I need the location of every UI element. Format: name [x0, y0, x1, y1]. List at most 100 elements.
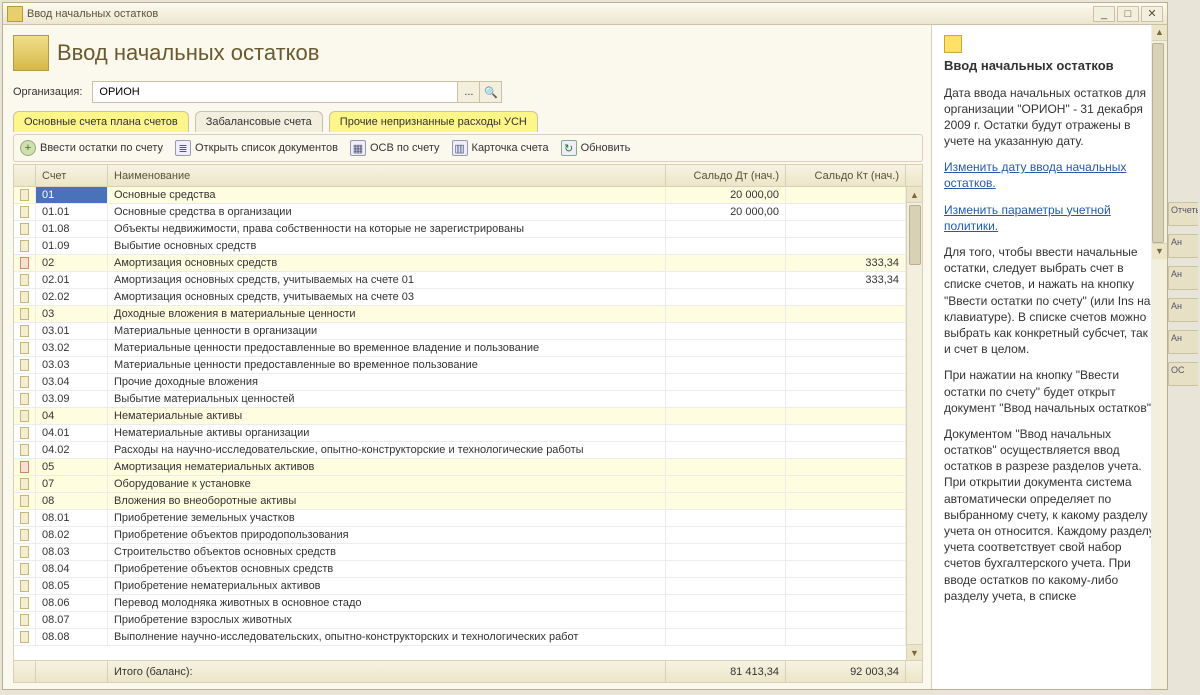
row-name[interactable]: Объекты недвижимости, права собственност… — [108, 221, 666, 237]
gutter-item-2[interactable]: Ан — [1168, 234, 1198, 258]
scroll-thumb[interactable] — [909, 205, 921, 265]
col-icon[interactable] — [14, 165, 36, 186]
link-change-date[interactable]: Изменить дату ввода начальных остатков. — [944, 159, 1157, 191]
row-name[interactable]: Нематериальные активы организации — [108, 425, 666, 441]
row-account[interactable]: 02 — [36, 255, 108, 271]
row-account[interactable]: 01.01 — [36, 204, 108, 220]
row-account[interactable]: 03 — [36, 306, 108, 322]
row-name[interactable]: Выбытие основных средств — [108, 238, 666, 254]
table-row[interactable]: 03.09Выбытие материальных ценностей — [14, 391, 922, 408]
row-name[interactable]: Приобретение нематериальных активов — [108, 578, 666, 594]
table-row[interactable]: 07Оборудование к установке — [14, 476, 922, 493]
row-account[interactable]: 02.01 — [36, 272, 108, 288]
table-row[interactable]: 08.07Приобретение взрослых животных — [14, 612, 922, 629]
row-name[interactable]: Амортизация основных средств, учитываемы… — [108, 289, 666, 305]
row-account[interactable]: 01.09 — [36, 238, 108, 254]
organization-select-button[interactable]: ... — [457, 82, 479, 102]
row-name[interactable]: Основные средства — [108, 187, 666, 203]
row-account[interactable]: 08.01 — [36, 510, 108, 526]
row-name[interactable]: Приобретение объектов основных средств — [108, 561, 666, 577]
row-name[interactable]: Вложения во внеоборотные активы — [108, 493, 666, 509]
col-name[interactable]: Наименование — [108, 165, 666, 186]
table-row[interactable]: 04.02Расходы на научно-исследовательские… — [14, 442, 922, 459]
table-row[interactable]: 01.01Основные средства в организации20 0… — [14, 204, 922, 221]
gutter-item-5[interactable]: Ан — [1168, 330, 1198, 354]
row-name[interactable]: Оборудование к установке — [108, 476, 666, 492]
table-row[interactable]: 04.01Нематериальные активы организации — [14, 425, 922, 442]
table-row[interactable]: 03.04Прочие доходные вложения — [14, 374, 922, 391]
gutter-reports[interactable]: Отчеты — [1168, 202, 1198, 226]
row-name[interactable]: Доходные вложения в материальные ценност… — [108, 306, 666, 322]
row-account[interactable]: 02.02 — [36, 289, 108, 305]
help-scroll-down[interactable]: ▼ — [1152, 243, 1167, 259]
table-row[interactable]: 02.02Амортизация основных средств, учиты… — [14, 289, 922, 306]
table-row[interactable]: 02Амортизация основных средств333,34 — [14, 255, 922, 272]
row-account[interactable]: 03.02 — [36, 340, 108, 356]
table-row[interactable]: 08.04Приобретение объектов основных сред… — [14, 561, 922, 578]
row-account[interactable]: 04.02 — [36, 442, 108, 458]
row-name[interactable]: Основные средства в организации — [108, 204, 666, 220]
enter-balances-button[interactable]: + Ввести остатки по счету — [20, 140, 163, 156]
scroll-down-button[interactable]: ▼ — [907, 644, 922, 660]
help-scrollbar[interactable]: ▲ ▼ — [1151, 25, 1167, 689]
row-name[interactable]: Прочие доходные вложения — [108, 374, 666, 390]
open-documents-button[interactable]: ≣ Открыть список документов — [175, 140, 338, 156]
tab-main-accounts[interactable]: Основные счета плана счетов — [13, 111, 189, 132]
gutter-item-6[interactable]: ОС — [1168, 362, 1198, 386]
row-name[interactable]: Строительство объектов основных средств — [108, 544, 666, 560]
table-row[interactable]: 01.09Выбытие основных средств — [14, 238, 922, 255]
col-credit[interactable]: Сальдо Кт (нач.) — [786, 165, 906, 186]
table-row[interactable]: 08.08Выполнение научно-исследовательских… — [14, 629, 922, 646]
row-account[interactable]: 01 — [36, 187, 108, 203]
row-account[interactable]: 03.03 — [36, 357, 108, 373]
row-name[interactable]: Выбытие материальных ценностей — [108, 391, 666, 407]
organization-search-button[interactable]: 🔍 — [479, 82, 501, 102]
tab-other-usn[interactable]: Прочие непризнанные расходы УСН — [329, 111, 538, 132]
refresh-button[interactable]: ↻ Обновить — [561, 140, 631, 156]
row-account[interactable]: 08.02 — [36, 527, 108, 543]
row-name[interactable]: Расходы на научно-исследовательские, опы… — [108, 442, 666, 458]
row-name[interactable]: Приобретение земельных участков — [108, 510, 666, 526]
row-name[interactable]: Выполнение научно-исследовательских, опы… — [108, 629, 666, 645]
minimize-button[interactable]: _ — [1093, 6, 1115, 22]
row-account[interactable]: 03.09 — [36, 391, 108, 407]
table-row[interactable]: 05Амортизация нематериальных активов — [14, 459, 922, 476]
row-account[interactable]: 08.03 — [36, 544, 108, 560]
row-name[interactable]: Амортизация основных средств — [108, 255, 666, 271]
col-debit[interactable]: Сальдо Дт (нач.) — [666, 165, 786, 186]
table-row[interactable]: 08Вложения во внеоборотные активы — [14, 493, 922, 510]
row-name[interactable]: Материальные ценности в организации — [108, 323, 666, 339]
gutter-item-3[interactable]: Ан — [1168, 266, 1198, 290]
col-account[interactable]: Счет — [36, 165, 108, 186]
table-row[interactable]: 08.05Приобретение нематериальных активов — [14, 578, 922, 595]
maximize-button[interactable]: □ — [1117, 6, 1139, 22]
row-account[interactable]: 08.06 — [36, 595, 108, 611]
table-row[interactable]: 01.08Объекты недвижимости, права собстве… — [14, 221, 922, 238]
row-name[interactable]: Амортизация нематериальных активов — [108, 459, 666, 475]
gutter-item-4[interactable]: Ан — [1168, 298, 1198, 322]
table-row[interactable]: 03.02Материальные ценности предоставленн… — [14, 340, 922, 357]
table-row[interactable]: 08.03Строительство объектов основных сре… — [14, 544, 922, 561]
table-row[interactable]: 03Доходные вложения в материальные ценно… — [14, 306, 922, 323]
row-account[interactable]: 08.04 — [36, 561, 108, 577]
table-row[interactable]: 03.03Материальные ценности предоставленн… — [14, 357, 922, 374]
row-account[interactable]: 04 — [36, 408, 108, 424]
grid-scrollbar[interactable]: ▲ ▼ — [906, 187, 922, 660]
osv-button[interactable]: ▦ ОСВ по счету — [350, 140, 440, 156]
table-row[interactable]: 08.01Приобретение земельных участков — [14, 510, 922, 527]
scroll-up-button[interactable]: ▲ — [907, 187, 922, 203]
table-row[interactable]: 08.06Перевод молодняка животных в основн… — [14, 595, 922, 612]
close-button[interactable]: ✕ — [1141, 6, 1163, 22]
table-row[interactable]: 08.02Приобретение объектов природопользо… — [14, 527, 922, 544]
row-account[interactable]: 03.01 — [36, 323, 108, 339]
table-row[interactable]: 02.01Амортизация основных средств, учиты… — [14, 272, 922, 289]
row-name[interactable]: Приобретение объектов природопользования — [108, 527, 666, 543]
row-account[interactable]: 07 — [36, 476, 108, 492]
organization-field[interactable]: ... 🔍 — [92, 81, 502, 103]
row-account[interactable]: 08 — [36, 493, 108, 509]
row-account[interactable]: 03.04 — [36, 374, 108, 390]
row-account[interactable]: 01.08 — [36, 221, 108, 237]
row-name[interactable]: Материальные ценности предоставленные во… — [108, 357, 666, 373]
row-account[interactable]: 04.01 — [36, 425, 108, 441]
row-account[interactable]: 05 — [36, 459, 108, 475]
